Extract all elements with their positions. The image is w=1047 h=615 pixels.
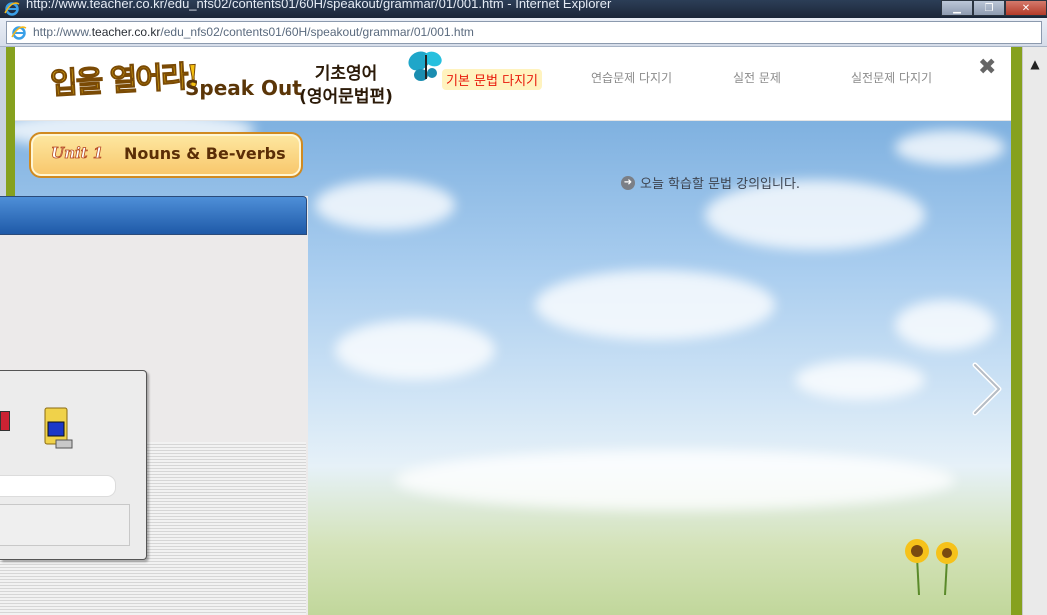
course-title-line1: 기초영어: [314, 64, 378, 84]
dialog-text-field[interactable]: [0, 475, 116, 497]
course-title-line2: (영어문법편): [299, 87, 393, 107]
window-titlebar: http://www.teacher.co.kr/edu_nfs02/conte…: [0, 0, 1047, 18]
nav-test[interactable]: 실전 문제: [733, 69, 781, 86]
logo-english: Speak Out: [185, 76, 302, 100]
url-domain: teacher.co.kr: [91, 25, 161, 39]
inner-dialog-panel: [0, 370, 147, 560]
window-controls: ▁ ❐ ✕: [941, 0, 1047, 16]
window-title: http://www.teacher.co.kr/edu_nfs02/conte…: [26, 0, 612, 11]
logo-korean: 입을 열어라!: [49, 59, 199, 103]
arrow-right-circle-icon: ➜: [621, 175, 635, 190]
content-header: 입을 열어라! Speak Out 기초영어 (영어문법편) 기본 문법 다지기…: [15, 47, 1011, 121]
nav-practice[interactable]: 연습문제 다지기: [591, 69, 672, 86]
close-icon[interactable]: ✖: [978, 55, 996, 80]
nav-basic-grammar[interactable]: 기본 문법 다지기: [442, 69, 542, 90]
unit-title: Nouns & Be-verbs: [124, 144, 286, 163]
sunflower-icon: [905, 539, 958, 595]
url-text: http://www.teacher.co.kr/edu_nfs02/conte…: [33, 25, 474, 39]
computer-icon: [44, 407, 73, 449]
url-prefix: http://www.: [33, 25, 92, 39]
vertical-scrollbar[interactable]: ▲: [1022, 47, 1047, 615]
course-title: 기초영어 (영어문법편): [295, 63, 397, 109]
nav-test-review[interactable]: 실전문제 다지기: [851, 69, 932, 86]
close-window-button[interactable]: ✕: [1005, 0, 1047, 16]
butterfly-icon: [408, 51, 442, 81]
address-bar: http://www.teacher.co.kr/edu_nfs02/conte…: [0, 18, 1047, 47]
ie-page-icon: [11, 26, 27, 40]
url-path: /edu_nfs02/contents01/60H/speakout/gramm…: [160, 25, 474, 39]
url-field[interactable]: http://www.teacher.co.kr/edu_nfs02/conte…: [6, 21, 1042, 44]
small-red-icon: [0, 411, 10, 431]
lecture-message: ➜ 오늘 학습할 문법 강의입니다.: [621, 173, 800, 192]
dialog-large-field[interactable]: [0, 504, 130, 546]
unit-title-badge: Unit 1 Nouns & Be-verbs: [29, 132, 303, 178]
ie-logo-icon: [4, 2, 20, 16]
minimize-button[interactable]: ▁: [941, 0, 973, 16]
lecture-message-text: 오늘 학습할 문법 강의입니다.: [640, 177, 801, 192]
dialog-titlebar[interactable]: [0, 196, 307, 235]
next-page-chevron-icon[interactable]: [969, 359, 1005, 419]
scroll-up-arrow-icon[interactable]: ▲: [1026, 55, 1044, 73]
unit-number: Unit 1: [51, 144, 104, 163]
maximize-button[interactable]: ❐: [973, 0, 1005, 16]
